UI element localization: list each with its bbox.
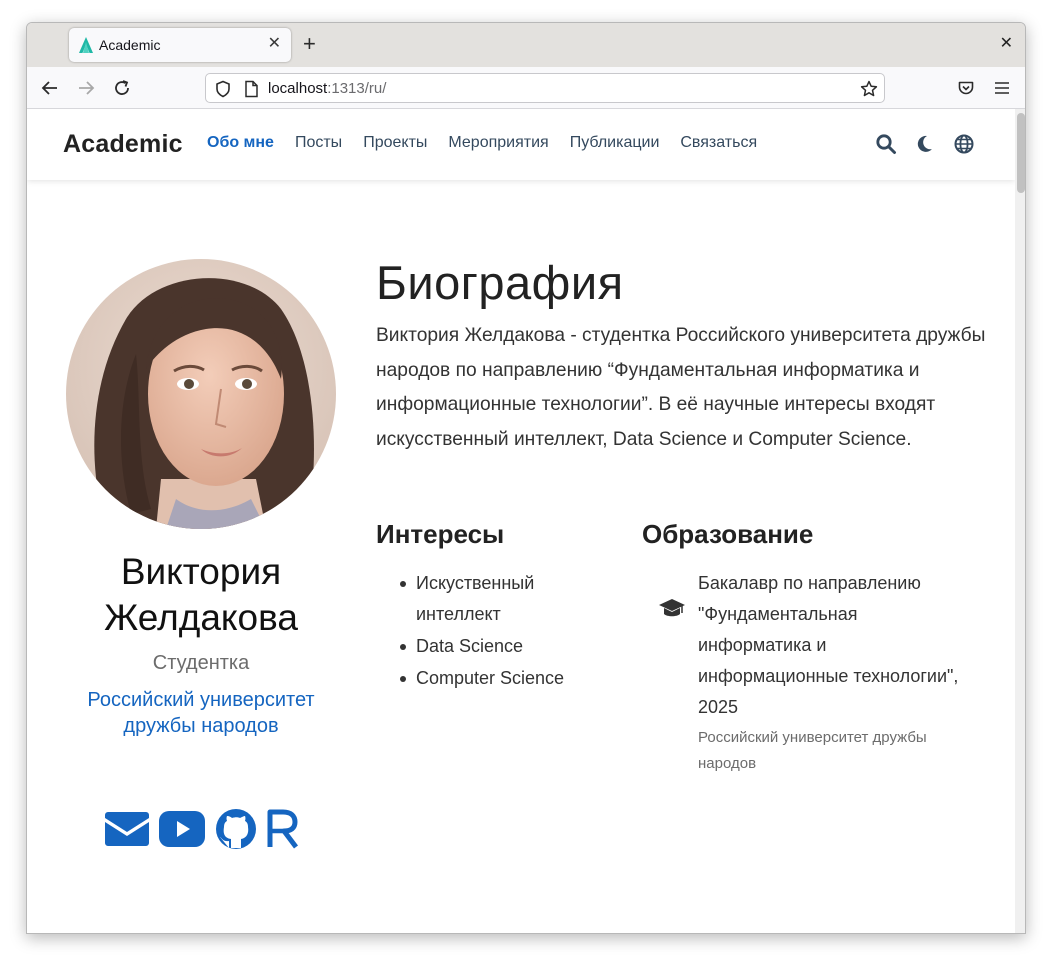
app-menu-button[interactable] [991, 77, 1013, 99]
tab-title: Academic [99, 37, 161, 53]
browser-toolbar: localhost:1313/ru/ [27, 67, 1025, 109]
social-links [105, 807, 299, 851]
page-viewport: Academic Обо мне Посты Проекты Мероприят… [27, 109, 1015, 933]
site-brand[interactable]: Academic [63, 130, 183, 159]
avatar [66, 259, 336, 529]
menu-item-events[interactable]: Мероприятия [448, 134, 548, 152]
tab-bar: Academic ✕ + ✕ [27, 23, 1025, 67]
url-bar[interactable]: localhost:1313/ru/ [205, 73, 885, 103]
reload-icon [115, 80, 129, 95]
forward-arrow-icon [79, 81, 95, 95]
list-item: Искуственный интеллект [400, 568, 606, 630]
tab-close-icon[interactable]: ✕ [268, 35, 281, 53]
menu-item-projects[interactable]: Проекты [363, 134, 427, 152]
list-item: Data Science [400, 631, 606, 662]
envelope-icon[interactable] [105, 812, 149, 846]
profile-role: Студентка [152, 652, 250, 674]
list-item: Computer Science [400, 663, 606, 694]
academic-favicon-icon [79, 37, 93, 53]
back-arrow-icon [41, 81, 57, 95]
pocket-icon [958, 81, 974, 95]
education-course: Бакалавр по направлению "Фундаментальная… [698, 573, 959, 717]
bookmark-star-icon[interactable] [860, 80, 878, 98]
new-tab-button[interactable]: + [303, 31, 316, 57]
interests-list: Искуственный интеллект Data Science Comp… [400, 568, 606, 695]
biography-title: Биография [376, 256, 624, 309]
profile-organization[interactable]: Российский университет дружбы народов [75, 687, 327, 739]
menu-item-publications[interactable]: Публикации [570, 134, 660, 152]
profile-name: Виктория Желдакова [104, 551, 298, 638]
menu-item-contact[interactable]: Связаться [680, 134, 757, 152]
biography-text: Виктория Желдакова - студентка Российско… [376, 325, 986, 450]
interests-title: Интересы [376, 519, 505, 549]
site-navbar: Academic Обо мне Посты Проекты Мероприят… [27, 109, 1015, 180]
back-button[interactable] [39, 77, 61, 99]
hamburger-menu-icon [995, 82, 1009, 94]
education-title: Образование [642, 519, 814, 549]
scrollbar[interactable] [1015, 109, 1025, 933]
browser-tab[interactable]: Academic ✕ [69, 28, 291, 62]
site-menu: Обо мне Посты Проекты Мероприятия Публик… [207, 134, 778, 152]
menu-item-posts[interactable]: Посты [295, 134, 342, 152]
url-text[interactable]: localhost:1313/ru/ [268, 80, 386, 97]
moon-icon[interactable] [913, 133, 935, 155]
pocket-button[interactable] [955, 77, 977, 99]
youtube-icon[interactable] [159, 811, 205, 847]
github-icon[interactable] [215, 808, 257, 850]
page-icon [245, 80, 258, 98]
r-icon[interactable] [267, 809, 299, 849]
graduation-cap-icon [659, 599, 685, 617]
window-close-icon[interactable]: ✕ [1000, 35, 1013, 53]
search-icon[interactable] [875, 133, 897, 155]
browser-window: Academic ✕ + ✕ localhost:1313/ru/ Academ… [26, 22, 1026, 934]
avatar-photo [66, 259, 336, 529]
menu-item-about[interactable]: Обо мне [207, 134, 274, 152]
scrollbar-thumb[interactable] [1017, 113, 1025, 193]
forward-button[interactable] [75, 77, 97, 99]
globe-icon[interactable] [953, 133, 975, 155]
reload-button[interactable] [111, 77, 133, 99]
education-institution: Российский университет дружбы народов [698, 729, 927, 772]
shield-icon[interactable] [214, 80, 232, 98]
